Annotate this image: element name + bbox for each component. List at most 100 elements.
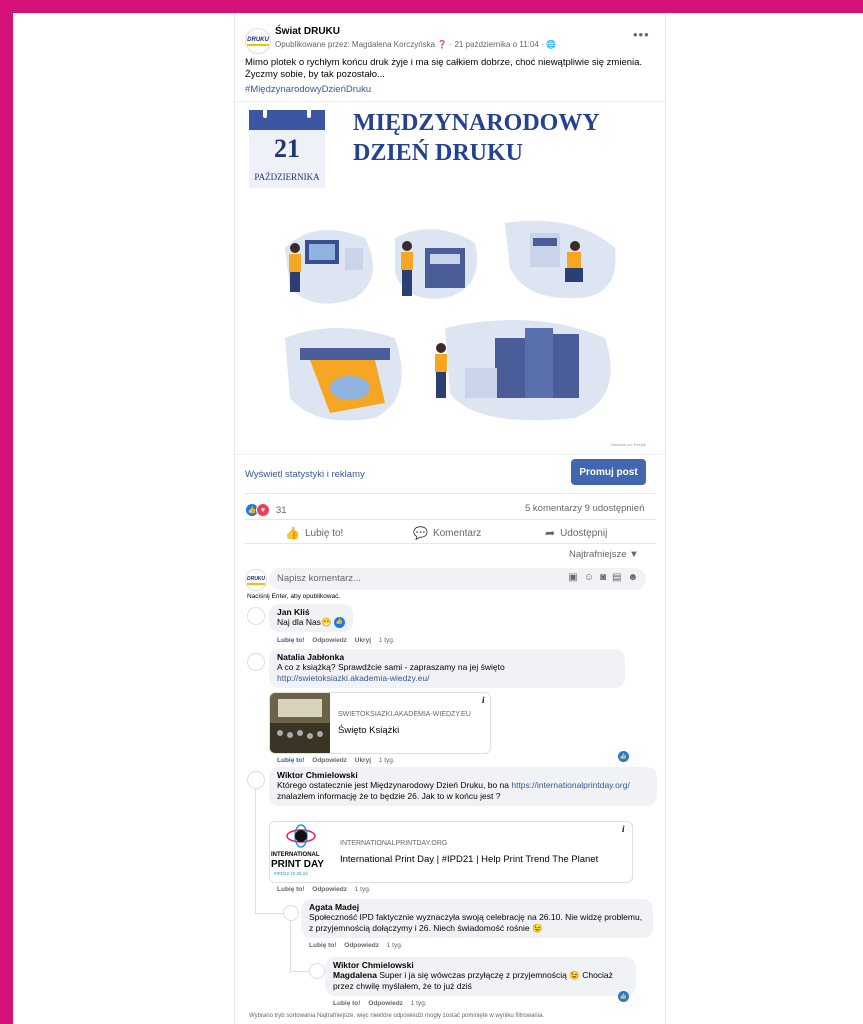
- comment-actions: Lubię to! Odpowiedz 1 tyg.: [277, 886, 371, 893]
- comment-reply-link[interactable]: Odpowiedz: [312, 637, 347, 644]
- comment-hide-link[interactable]: Ukryj: [355, 637, 371, 644]
- like-badge-icon[interactable]: 👍: [618, 991, 629, 1002]
- post-time[interactable]: 21 października o 11:04: [454, 40, 538, 49]
- comment-like-link[interactable]: Lubię to!: [277, 886, 304, 893]
- filter-note: Wybrano tryb sortowania Najtrafniejsze, …: [249, 1013, 545, 1019]
- hero-title-line2: DZIEŃ DRUKU: [353, 140, 524, 166]
- comment-reply-link[interactable]: Odpowiedz: [368, 1000, 403, 1007]
- enter-hint: Naciśnij Enter, aby opublikować.: [247, 593, 341, 600]
- thumbs-up-icon: 👍: [285, 526, 300, 540]
- comments-shares-count[interactable]: 5 komentarzy 9 udostępnień: [525, 503, 644, 514]
- avatar[interactable]: [309, 963, 325, 979]
- comment-bubble: Wiktor Chmielowski Którego ostatecznie j…: [269, 767, 657, 806]
- like-badge-icon[interactable]: 👍: [333, 617, 345, 629]
- comment-input[interactable]: Napisz komentarz... ▣ ☺ ◙ ▤ ☻: [269, 568, 646, 590]
- comment-like-link[interactable]: Lubię to!: [309, 942, 336, 949]
- wink-emoji-icon: 😉: [532, 923, 543, 933]
- avatar[interactable]: [247, 607, 265, 625]
- comment-like-link[interactable]: Lubię to!: [277, 757, 304, 764]
- globe-logo-icon: [286, 824, 316, 848]
- share-button[interactable]: ➦ Udostępnij: [545, 526, 607, 540]
- like-badge-icon[interactable]: 👍: [618, 751, 629, 762]
- info-icon[interactable]: i: [482, 695, 485, 705]
- calendar-icon: 21 PAŹDZIERNIKA: [249, 106, 325, 188]
- comment-bubble: Wiktor Chmielowski Magdalena Super i ja …: [325, 957, 636, 996]
- comment-time[interactable]: 1 tyg.: [387, 942, 403, 949]
- page-name[interactable]: Świat DRUKU: [275, 26, 340, 37]
- preview-thumbnail: [270, 693, 330, 753]
- avatar-logo: DRUKU: [246, 576, 266, 585]
- avatar[interactable]: [247, 771, 265, 789]
- comment-time[interactable]: 1 tyg.: [411, 1000, 427, 1007]
- reactions-summary[interactable]: 👍 ♥ 31: [245, 503, 287, 517]
- comment-reply-link[interactable]: Odpowiedz: [312, 757, 347, 764]
- camera-icon[interactable]: ◙: [600, 572, 606, 583]
- link-preview[interactable]: INTERNATIONAL PRINT DAY #IPD22 10.26.22 …: [269, 821, 633, 883]
- like-button[interactable]: 👍 Lubię to!: [285, 526, 343, 540]
- publisher-text: Opublikowane przez: Magdalena Korczyńska: [275, 40, 436, 49]
- composer-avatar: DRUKU: [245, 569, 267, 591]
- comment-time[interactable]: 1 tyg.: [379, 757, 395, 764]
- preview-domain: INTERNATIONALPRINTDAY.ORG: [340, 840, 448, 847]
- comment-author[interactable]: Wiktor Chmielowski: [277, 770, 649, 780]
- globe-icon: 🌐: [545, 40, 556, 49]
- sort-dropdown[interactable]: Najtrafniejsze ▼: [569, 549, 639, 560]
- sort-label: Najtrafniejsze: [569, 549, 627, 560]
- help-icon: ❓: [437, 40, 448, 49]
- meta-separator: ·: [541, 40, 544, 49]
- avatar-logo: DRUKU: [247, 37, 269, 46]
- preview-domain: SWIETOKSIAZKI.AKADEMIA-WIEDZY.EU: [338, 711, 471, 718]
- comment-author[interactable]: Natalia Jabłonka: [277, 652, 617, 662]
- thread-line: [255, 789, 256, 914]
- meta-separator: ·: [449, 40, 453, 49]
- comment-like-link[interactable]: Lubię to!: [333, 1000, 360, 1007]
- thread-connector: [255, 913, 285, 914]
- speech-bubble-icon: 💬: [413, 526, 428, 540]
- avatar-sticker-icon[interactable]: ☻: [627, 572, 638, 583]
- print-day-logo-top: INTERNATIONAL: [271, 852, 320, 858]
- comment-time[interactable]: 1 tyg.: [355, 886, 371, 893]
- ellipsis-icon[interactable]: •••: [633, 27, 650, 42]
- gif-icon[interactable]: ▤: [612, 572, 621, 583]
- hero-title: MIĘDZYNARODOWY DZIEŃ DRUKU: [353, 108, 663, 168]
- print-day-logo-main: PRINT DAY: [271, 859, 324, 870]
- comment-time[interactable]: 1 tyg.: [379, 637, 395, 644]
- calendar-month: PAŹDZIERNIKA: [254, 172, 320, 182]
- divider: [245, 519, 655, 520]
- comment-author[interactable]: Agata Madej: [309, 902, 645, 912]
- comment-reply-link[interactable]: Odpowiedz: [344, 942, 379, 949]
- promote-post-button[interactable]: Promuj post: [571, 459, 646, 485]
- avatar[interactable]: [283, 905, 299, 921]
- emoji-icon[interactable]: ☺: [584, 572, 594, 583]
- divider: [245, 493, 655, 494]
- comment-author[interactable]: Jan Kliś: [277, 607, 345, 617]
- comment-actions: Lubię to! Odpowiedz Ukryj 1 tyg.: [277, 637, 395, 644]
- print-day-logo: INTERNATIONAL PRINT DAY #IPD22 10.26.22: [270, 822, 332, 882]
- hashtag-link[interactable]: #MiędzynarodowyDzieńDruku: [245, 84, 371, 95]
- post-body: Mimo plotek o rychłym końcu druk żyje i …: [245, 57, 643, 80]
- comment-text: Naj dla Nas😁 👍: [277, 617, 345, 629]
- comment-button[interactable]: 💬 Komentarz: [413, 526, 481, 540]
- mention-link[interactable]: Magdalena: [333, 970, 377, 980]
- page-avatar[interactable]: DRUKU: [245, 28, 271, 54]
- avatar[interactable]: [247, 653, 265, 671]
- thread-line: [290, 921, 291, 973]
- grin-emoji-icon: 😁: [320, 617, 332, 627]
- sticker-icon[interactable]: ▣: [568, 572, 577, 583]
- post-image[interactable]: 21 PAŹDZIERNIKA MIĘDZYNARODOWY DZIEŃ DRU…: [235, 101, 665, 455]
- comment-text: Magdalena Super i ja się wówczas przyłąc…: [333, 970, 613, 991]
- info-icon[interactable]: i: [622, 824, 625, 834]
- comment-link[interactable]: http://swietoksiazki.akademia-wiedzy.eu/: [277, 673, 617, 684]
- share-arrow-icon: ➦: [545, 526, 556, 540]
- comment-link[interactable]: https://internationalprintday.org/: [511, 780, 629, 790]
- comment-hide-link[interactable]: Ukryj: [355, 757, 371, 764]
- wink-emoji-icon: 😉: [569, 970, 580, 980]
- view-stats-link[interactable]: Wyświetl statystyki i reklamy: [245, 469, 365, 480]
- comment-like-link[interactable]: Lubię to!: [277, 637, 304, 644]
- comment-author[interactable]: Wiktor Chmielowski: [333, 960, 628, 970]
- comment-bubble: Jan Kliś Naj dla Nas😁 👍: [269, 604, 353, 633]
- comment-reply-link[interactable]: Odpowiedz: [312, 886, 347, 893]
- comment-bubble: Natalia Jabłonka A co z książką? Sprawdź…: [269, 649, 625, 688]
- comment-text: A co z książką? Sprawdźcie sami - zapras…: [277, 662, 505, 672]
- link-preview[interactable]: SWIETOKSIAZKI.AKADEMIA-WIEDZY.EU Święto …: [269, 692, 491, 754]
